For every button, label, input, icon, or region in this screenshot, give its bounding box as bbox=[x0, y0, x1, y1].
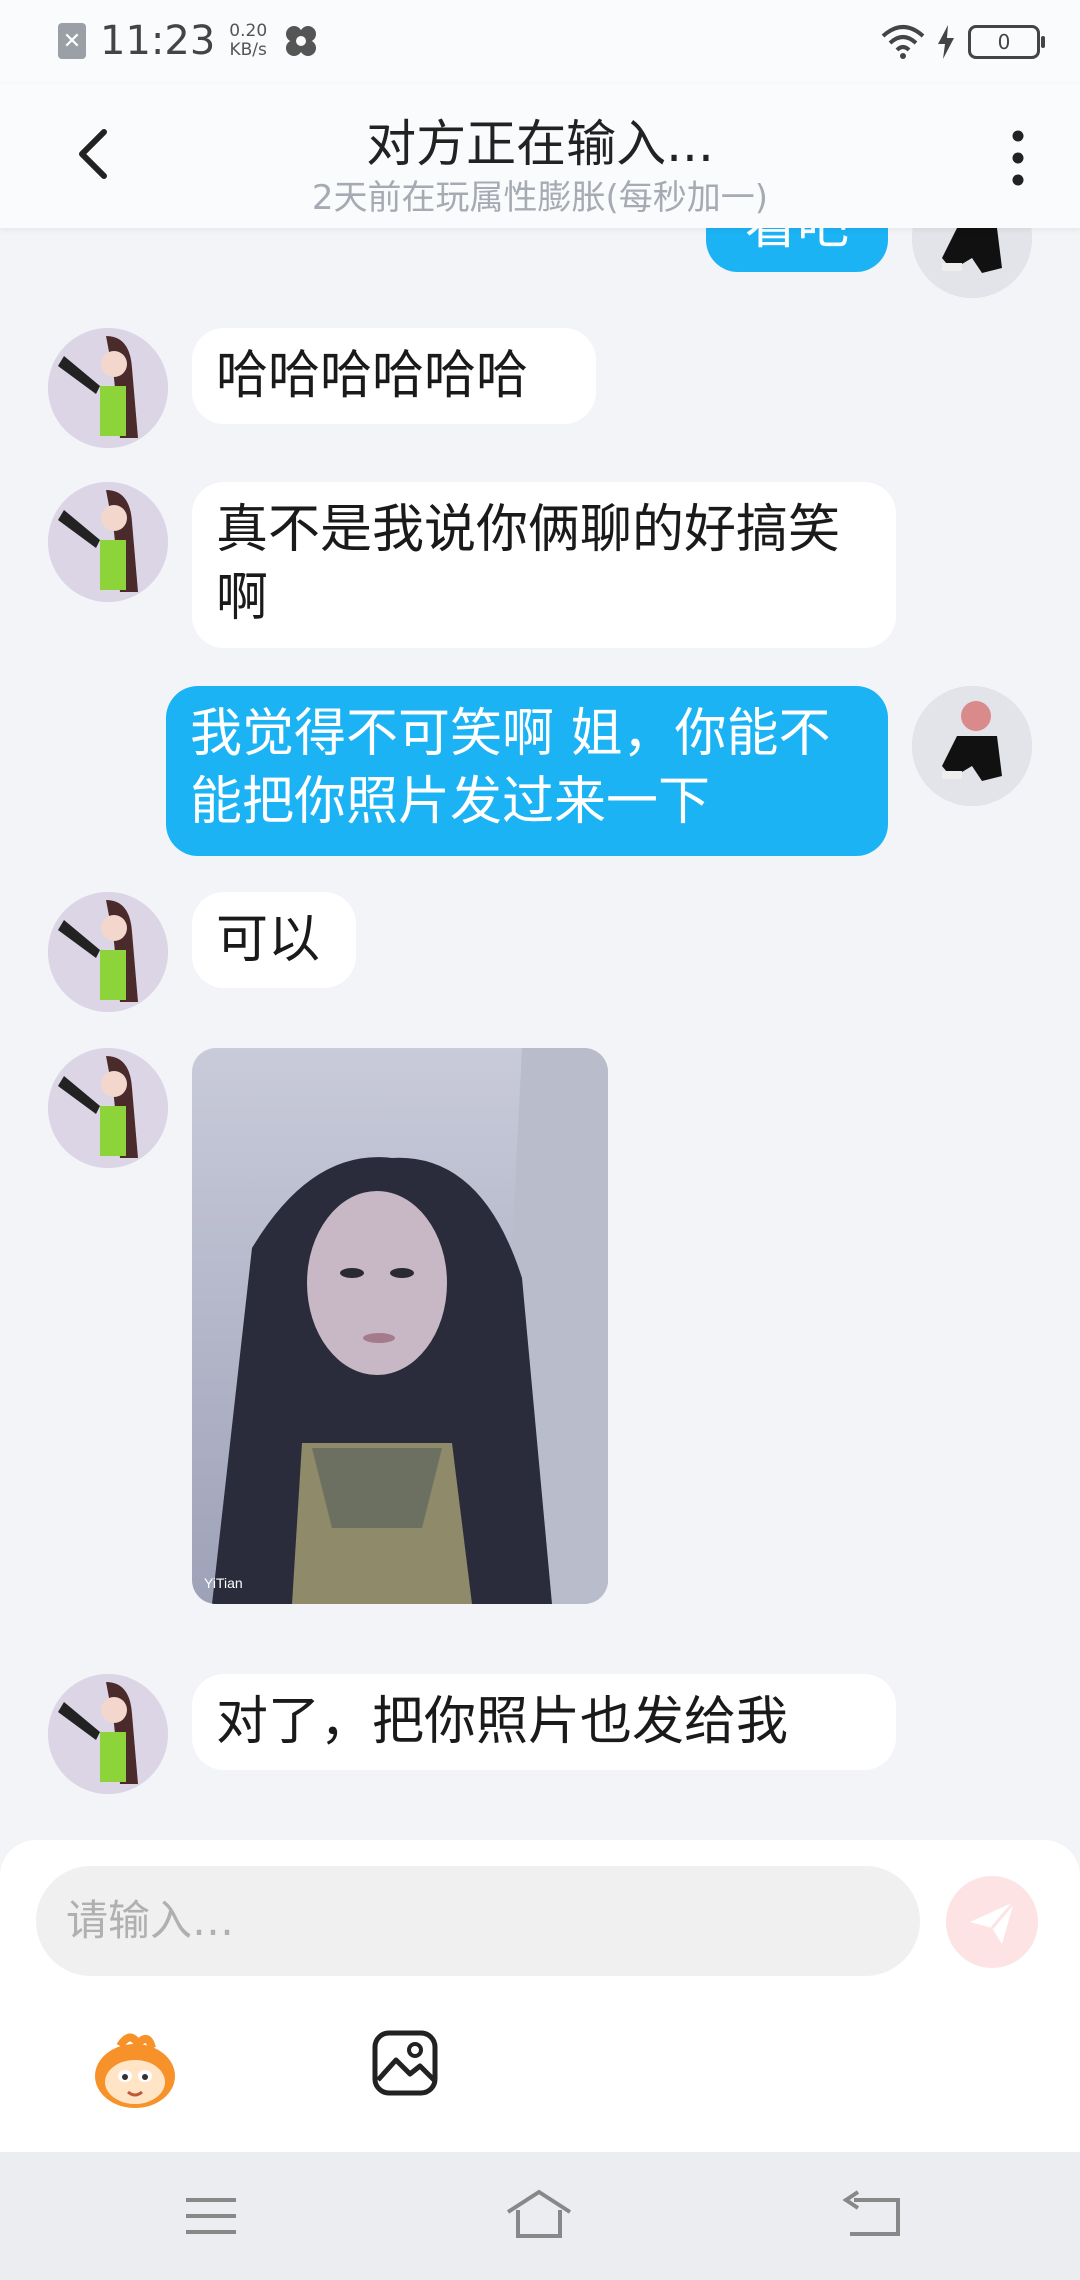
photo-image: YiTian bbox=[192, 1048, 608, 1604]
status-left: ✕ 11:23 0.20 KB/s bbox=[58, 18, 319, 64]
contact-avatar-image bbox=[48, 892, 168, 1012]
my-avatar[interactable] bbox=[912, 228, 1032, 298]
contact-avatar-image bbox=[48, 1048, 168, 1168]
message-photo[interactable]: YiTian bbox=[192, 1048, 608, 1604]
page-subtitle: 2天前在玩属性膨胀(每秒加一) bbox=[311, 178, 769, 218]
my-avatar[interactable] bbox=[912, 686, 1032, 806]
system-nav-bar bbox=[0, 2152, 1080, 2280]
chat-header: 对方正在输入... 2天前在玩属性膨胀(每秒加一) bbox=[0, 84, 1080, 228]
message-bubble-outgoing[interactable]: 看吧 bbox=[706, 228, 888, 272]
emoji-icon[interactable] bbox=[90, 2026, 180, 2116]
message-bubble-incoming[interactable]: 对了，把你照片也发给我 bbox=[192, 1674, 896, 1770]
status-right: 0 bbox=[880, 24, 1045, 60]
message-bubble-incoming[interactable]: 哈哈哈哈哈哈 bbox=[192, 328, 596, 424]
more-icon[interactable] bbox=[1000, 128, 1036, 188]
message-bubble-incoming[interactable]: 真不是我说你俩聊的好搞笑啊 bbox=[192, 482, 896, 648]
home-icon[interactable] bbox=[504, 2186, 574, 2246]
contact-avatar[interactable] bbox=[48, 1048, 168, 1168]
message-input[interactable]: 请输入… bbox=[36, 1866, 920, 1976]
back-nav-icon[interactable] bbox=[836, 2186, 906, 2246]
wifi-icon bbox=[881, 25, 925, 59]
charging-icon bbox=[938, 25, 954, 59]
status-bar: ✕ 11:23 0.20 KB/s 0 bbox=[0, 0, 1080, 84]
menu-icon[interactable] bbox=[176, 2186, 246, 2246]
photo-watermark: YiTian bbox=[204, 1575, 243, 1591]
contact-avatar[interactable] bbox=[48, 892, 168, 1012]
contact-avatar-image bbox=[48, 482, 168, 602]
my-avatar-image bbox=[912, 686, 1032, 806]
page-title: 对方正在输入... bbox=[366, 115, 714, 173]
speed-value: 0.20 bbox=[229, 21, 268, 41]
image-icon[interactable] bbox=[370, 2028, 440, 2098]
network-speed: 0.20 KB/s bbox=[229, 22, 267, 60]
speed-unit: KB/s bbox=[229, 40, 267, 60]
contact-avatar-image bbox=[48, 1674, 168, 1794]
send-button[interactable] bbox=[946, 1876, 1038, 1968]
app-notification-icon bbox=[286, 26, 317, 56]
status-time: 11:23 bbox=[100, 18, 216, 64]
my-avatar-image bbox=[912, 228, 1032, 298]
contact-avatar[interactable] bbox=[48, 482, 168, 602]
send-icon bbox=[970, 1901, 1016, 1944]
contact-avatar[interactable] bbox=[48, 328, 168, 448]
message-bubble-incoming[interactable]: 可以 bbox=[192, 892, 356, 988]
notification-icon: ✕ bbox=[58, 23, 86, 59]
battery-icon: 0 bbox=[968, 25, 1045, 59]
composer: 请输入… bbox=[0, 1840, 1080, 2152]
message-bubble-outgoing[interactable]: 我觉得不可笑啊 姐，你能不能把你照片发过来一下 bbox=[166, 686, 888, 856]
message-list[interactable]: 看吧 哈哈哈哈哈哈 真不是我说你俩聊的好搞笑啊 我觉得不可笑啊 姐，你能 bbox=[0, 228, 1080, 1840]
contact-avatar-image bbox=[48, 328, 168, 448]
battery-level: 0 bbox=[997, 30, 1011, 54]
contact-avatar[interactable] bbox=[48, 1674, 168, 1794]
